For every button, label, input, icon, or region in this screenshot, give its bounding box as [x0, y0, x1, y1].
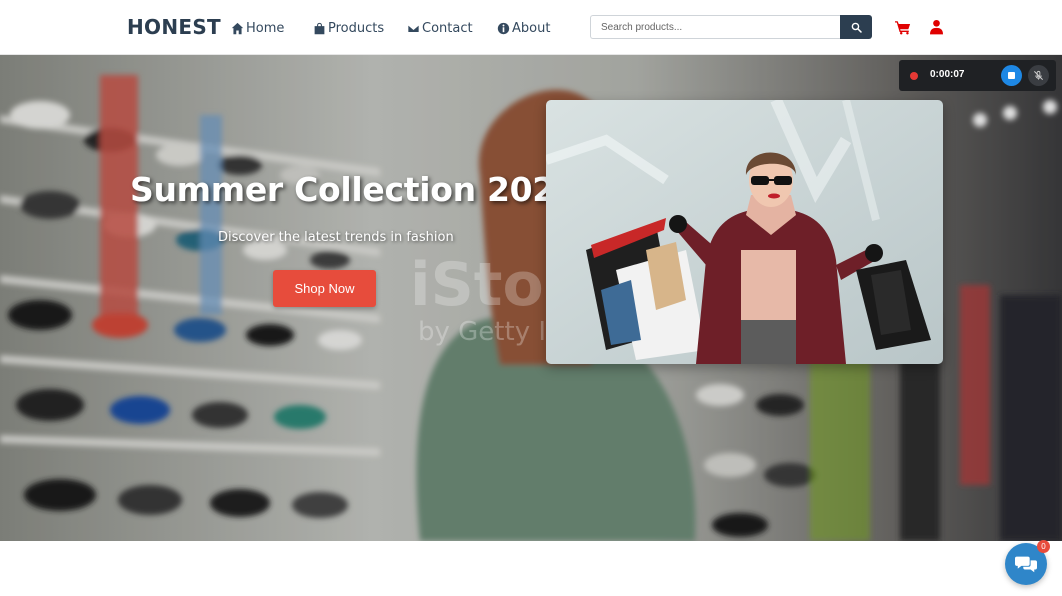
stop-icon: [1008, 72, 1015, 79]
navbar: HONEST Home Products Contact About: [0, 0, 1062, 55]
brand-logo[interactable]: HONEST: [127, 15, 221, 39]
mic-off-icon: [1034, 70, 1043, 80]
nav-products-label: Products: [328, 20, 385, 36]
hero-subtitle: Discover the latest trends in fashion: [218, 230, 454, 245]
info-circle-icon: [497, 22, 510, 34]
shop-now-button[interactable]: Shop Now: [273, 270, 376, 307]
user-icon[interactable]: [930, 19, 943, 35]
nav-about[interactable]: About: [497, 19, 550, 37]
search-form: [590, 15, 872, 39]
envelope-icon: [407, 23, 420, 33]
hero-product-image: [546, 100, 943, 364]
hero-banner: iStock by Getty Images Summer Collection…: [0, 55, 1062, 541]
nav-home-label: Home: [246, 20, 285, 36]
search-input[interactable]: [590, 15, 840, 39]
shopping-bag-icon: [314, 22, 325, 34]
mute-microphone-button[interactable]: [1028, 65, 1049, 86]
recording-time: 0:00:07: [930, 69, 965, 80]
nav-contact-label: Contact: [422, 20, 473, 36]
screen-recorder-widget: 0:00:07: [899, 60, 1056, 91]
recording-indicator-icon: [910, 72, 918, 80]
nav-products[interactable]: Products: [313, 19, 384, 37]
stop-recording-button[interactable]: [1001, 65, 1022, 86]
home-icon: [231, 22, 244, 34]
chat-bubbles-icon: [1015, 556, 1037, 573]
nav-contact[interactable]: Contact: [407, 19, 473, 37]
chat-unread-badge: 0: [1037, 540, 1050, 553]
search-icon: [851, 22, 862, 33]
search-button[interactable]: [840, 15, 872, 39]
hero-title: Summer Collection 2024: [130, 170, 578, 209]
nav-home[interactable]: Home: [231, 19, 284, 37]
nav-about-label: About: [512, 20, 551, 36]
cart-icon[interactable]: [895, 20, 911, 35]
